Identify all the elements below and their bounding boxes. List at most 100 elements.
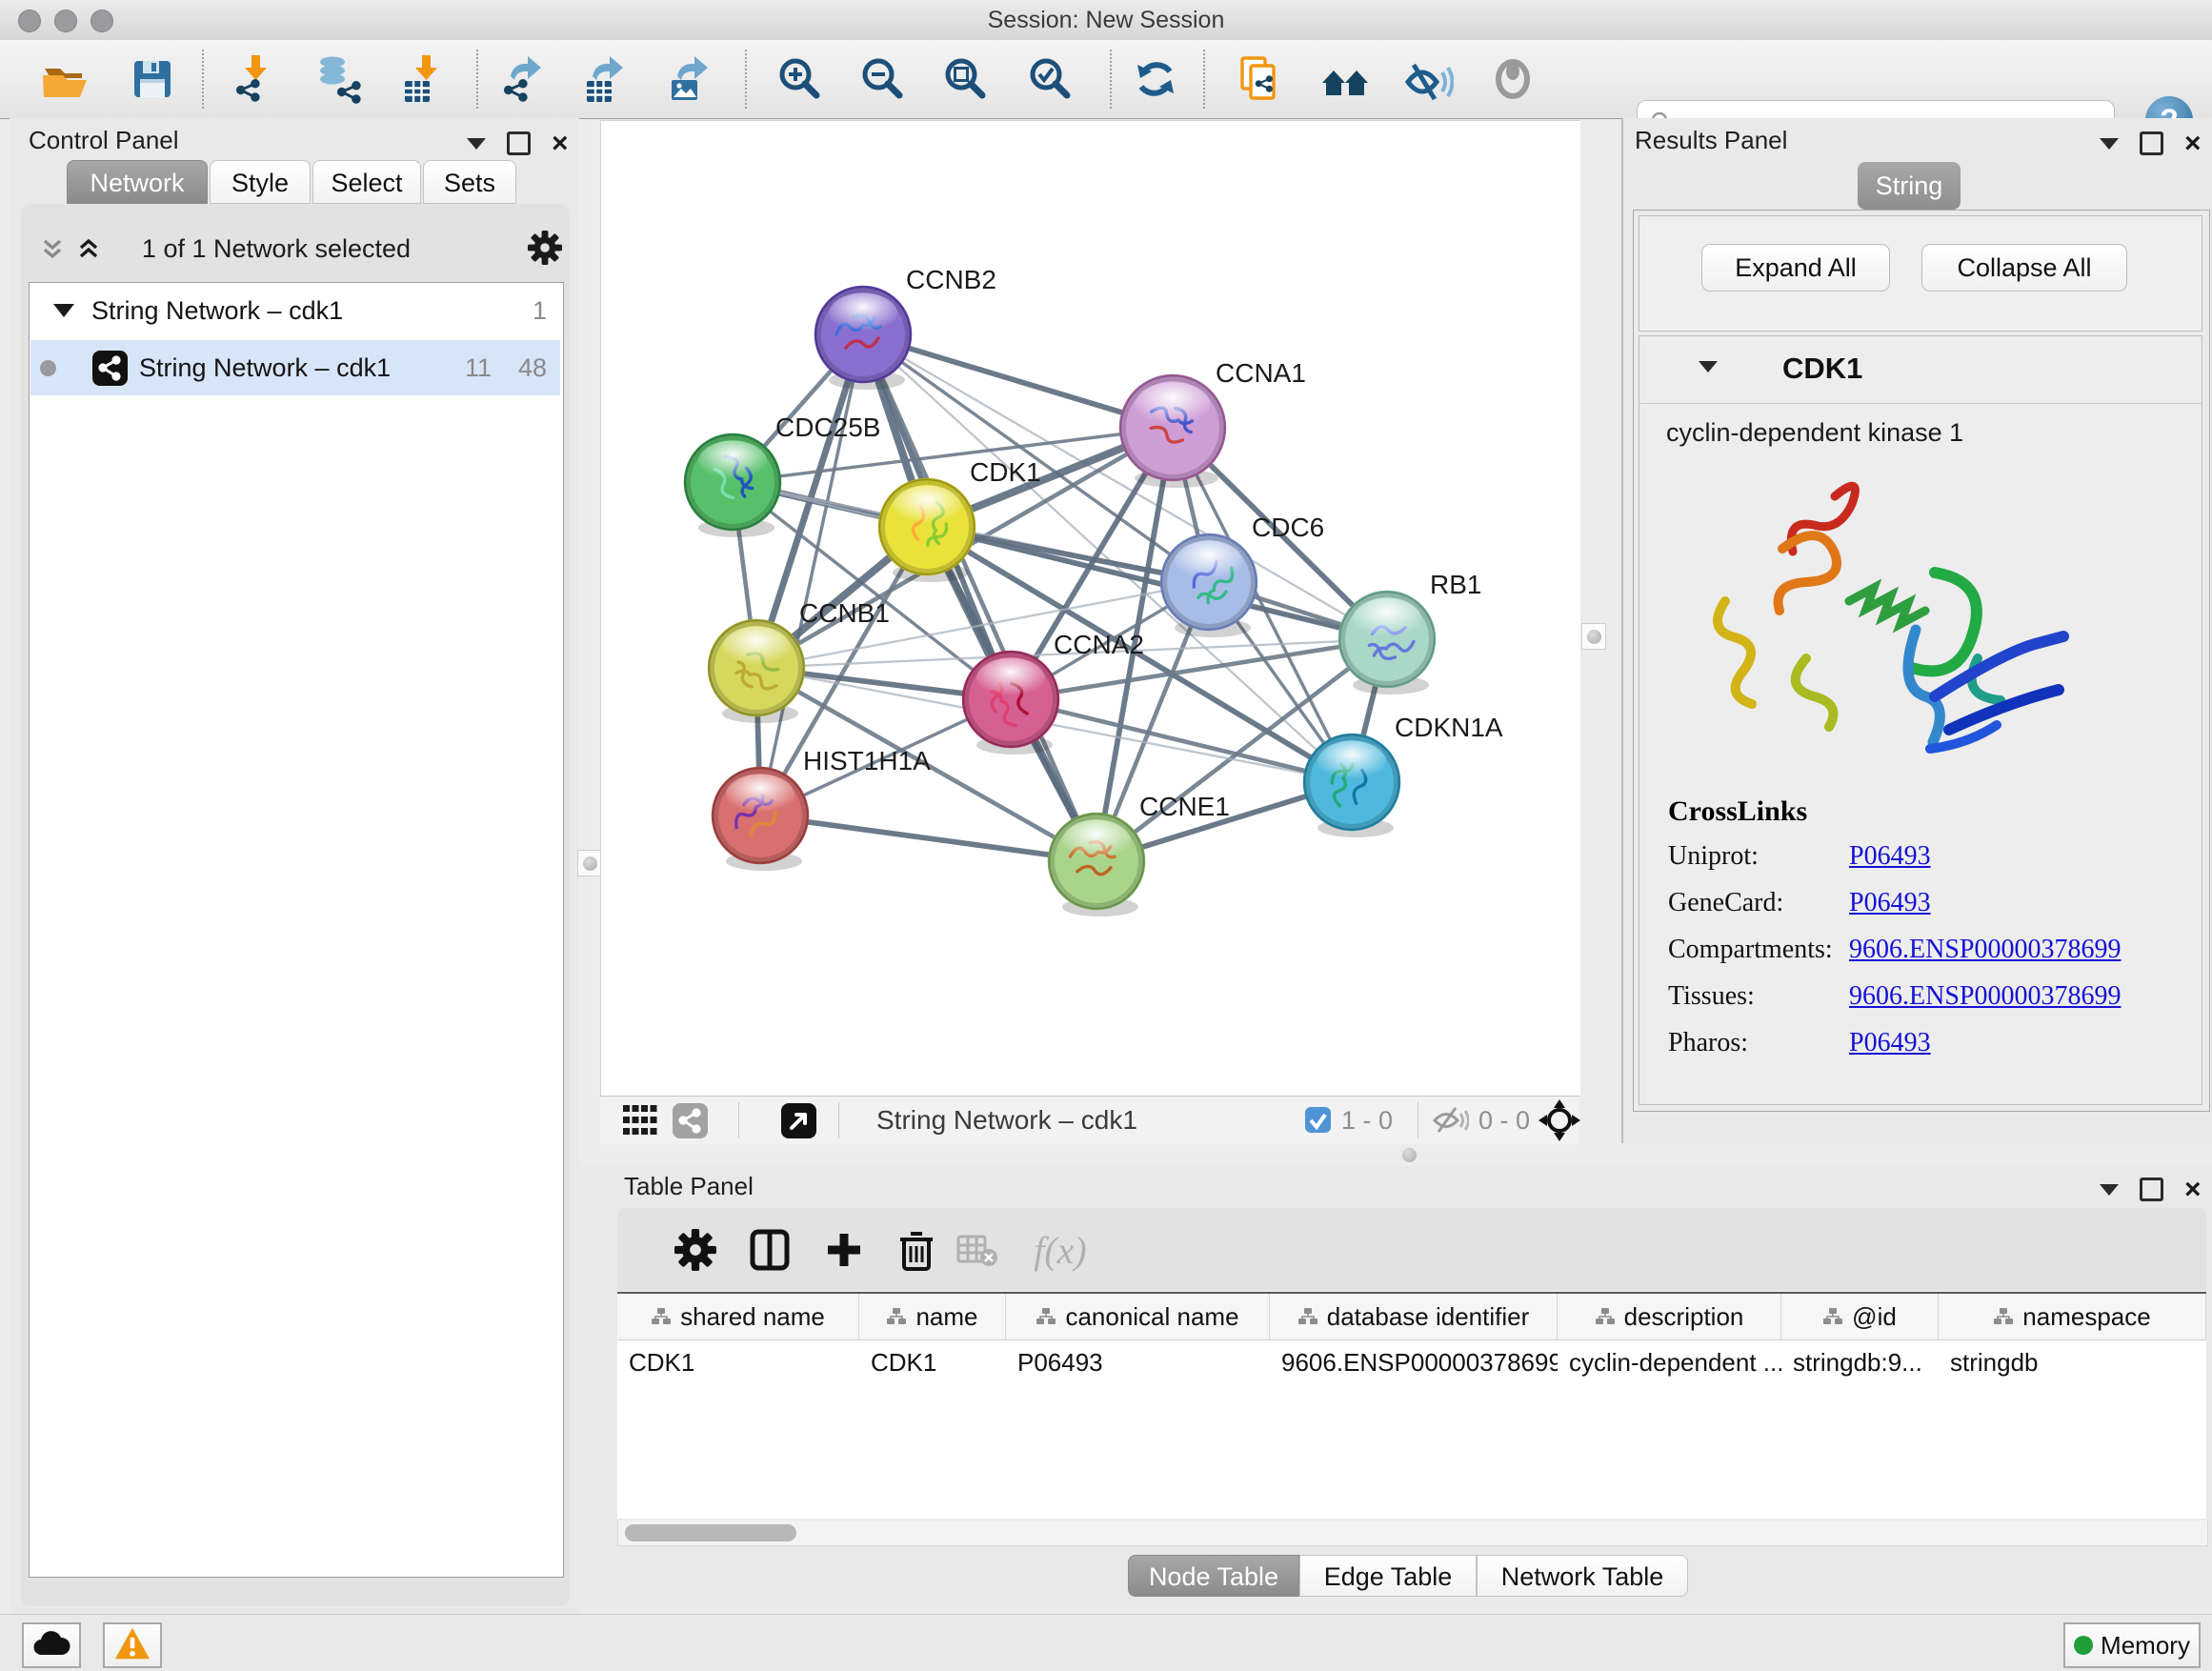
zoom-in-icon[interactable] xyxy=(774,52,827,106)
cloud-button[interactable] xyxy=(22,1622,81,1668)
crosslink-link[interactable]: P06493 xyxy=(1849,1028,1931,1058)
table-row[interactable]: CDK1CDK1P064939606.ENSP00000378699cyclin… xyxy=(617,1340,2206,1384)
export-image-icon[interactable] xyxy=(665,52,718,106)
network-node-ccne1[interactable] xyxy=(1049,814,1144,916)
zoom-fit-icon[interactable] xyxy=(939,52,993,106)
table-panel-close-icon[interactable]: × xyxy=(2184,1180,2202,1199)
results-panel-close-icon[interactable]: × xyxy=(2184,134,2202,153)
tab-select[interactable]: Select xyxy=(312,160,421,204)
column-header-description[interactable]: description xyxy=(1558,1294,1781,1339)
control-panel-title: Control Panel xyxy=(29,126,179,155)
gene-entry-header[interactable]: CDK1 xyxy=(1639,336,2202,404)
network-row-selected[interactable]: String Network – cdk1 11 48 xyxy=(30,340,560,395)
network-node-hist1h1a[interactable] xyxy=(713,768,808,871)
network-node-ccna2[interactable] xyxy=(963,652,1058,755)
tab-sets[interactable]: Sets xyxy=(423,160,516,204)
table-columns-icon[interactable] xyxy=(745,1225,794,1275)
column-header-shared-name[interactable]: shared name xyxy=(617,1294,859,1339)
tab-network-table[interactable]: Network Table xyxy=(1477,1555,1688,1597)
table-cell[interactable]: CDK1 xyxy=(859,1340,1006,1384)
network-node-cdkn1a[interactable] xyxy=(1304,735,1399,837)
network-node-rb1[interactable] xyxy=(1339,592,1435,695)
eye-icon[interactable] xyxy=(1486,52,1539,106)
open-in-window-icon[interactable] xyxy=(781,1103,816,1143)
expand-all-button[interactable]: Expand All xyxy=(1701,244,1890,292)
collapse-all-button[interactable]: Collapse All xyxy=(1921,244,2127,292)
memory-button[interactable]: Memory xyxy=(2063,1622,2201,1668)
node-label-ccna2: CCNA2 xyxy=(1054,630,1144,659)
network-node-cdk1[interactable] xyxy=(879,479,975,582)
selected-checkbox-icon[interactable] xyxy=(1305,1107,1331,1137)
network-edge[interactable] xyxy=(760,815,1096,861)
tab-style[interactable]: Style xyxy=(210,160,311,204)
save-icon[interactable] xyxy=(126,52,179,106)
crosslink-link[interactable]: 9606.ENSP00000378699 xyxy=(1849,935,2121,965)
table-panel-float-icon[interactable] xyxy=(2140,1178,2163,1201)
table-cell[interactable]: 9606.ENSP00000378699 xyxy=(1270,1340,1558,1384)
tab-network[interactable]: Network xyxy=(67,160,208,204)
table-cell[interactable]: cyclin-dependent ... xyxy=(1558,1340,1781,1384)
control-panel-close-icon[interactable]: × xyxy=(552,134,569,153)
zoom-selected-icon[interactable] xyxy=(1024,52,1077,106)
table-cell[interactable]: stringdb xyxy=(1939,1340,2206,1384)
network-canvas[interactable]: CCNB2CCNA1CDC25BCDK1CDC6RB1CCNB1CCNA2CDK… xyxy=(600,120,1580,1097)
column-header-database-identifier[interactable]: database identifier xyxy=(1270,1294,1558,1339)
warning-button[interactable] xyxy=(103,1622,162,1668)
network-options-gear-icon[interactable] xyxy=(528,231,562,270)
table-delete-icon[interactable] xyxy=(892,1225,941,1275)
horizontal-splitter-handle[interactable] xyxy=(1402,1148,1417,1162)
table-cell[interactable]: stringdb:9... xyxy=(1781,1340,1939,1384)
table-horizontal-scrollbar[interactable] xyxy=(617,1520,2208,1546)
table-gear-icon[interactable] xyxy=(671,1225,720,1275)
crosslink-link[interactable]: P06493 xyxy=(1849,841,1931,872)
collection-expander-icon[interactable] xyxy=(53,304,74,317)
table-header-row[interactable]: shared namenamecanonical name database id… xyxy=(617,1294,2206,1340)
refresh-icon[interactable] xyxy=(1129,52,1182,106)
scrollbar-thumb[interactable] xyxy=(625,1524,796,1541)
export-network-icon[interactable] xyxy=(498,52,552,106)
import-database-icon[interactable] xyxy=(312,52,366,106)
tab-string[interactable]: String xyxy=(1858,162,1961,210)
string-network-badge-icon[interactable] xyxy=(673,1103,708,1143)
open-icon[interactable] xyxy=(38,52,91,106)
hidden-eye-slash-icon[interactable] xyxy=(1431,1105,1469,1140)
export-table-icon[interactable] xyxy=(580,52,633,106)
control-panel-float-icon[interactable] xyxy=(507,131,531,155)
network-node-ccna1[interactable] xyxy=(1120,375,1225,488)
hide-visibility-icon[interactable] xyxy=(1401,52,1455,106)
results-panel-menu-icon[interactable] xyxy=(2100,138,2119,150)
left-splitter-handle[interactable] xyxy=(577,850,602,876)
crosslink-row: Tissues:9606.ENSP00000378699 xyxy=(1668,981,2121,1012)
crosslink-link[interactable]: P06493 xyxy=(1849,888,1931,918)
control-panel: Control Panel × NetworkStyleSelectSets 1… xyxy=(10,118,579,1614)
network-node-cdc25b[interactable] xyxy=(685,434,780,537)
results-panel-float-icon[interactable] xyxy=(2140,131,2163,155)
network-edge[interactable] xyxy=(760,334,863,815)
homes-icon[interactable] xyxy=(1319,52,1373,106)
column-header-canonical-name[interactable]: canonical name xyxy=(1006,1294,1270,1339)
tab-edge-table[interactable]: Edge Table xyxy=(1299,1555,1477,1597)
column-header-namespace[interactable]: namespace xyxy=(1939,1294,2206,1339)
table-cell[interactable]: CDK1 xyxy=(617,1340,859,1384)
crosshair-pan-icon[interactable] xyxy=(1538,1099,1580,1146)
import-network-icon[interactable] xyxy=(229,52,282,106)
table-panel-menu-icon[interactable] xyxy=(2100,1184,2119,1196)
network-node-ccnb1[interactable] xyxy=(709,620,804,723)
grid-view-icon[interactable] xyxy=(623,1105,657,1140)
right-splitter-handle[interactable] xyxy=(1581,623,1606,650)
column-header--id[interactable]: @id xyxy=(1781,1294,1939,1339)
table-add-icon[interactable] xyxy=(819,1225,869,1275)
network-edge[interactable] xyxy=(863,334,1096,861)
column-header-name[interactable]: name xyxy=(859,1294,1006,1339)
gene-expander-icon[interactable] xyxy=(1699,361,1718,372)
import-table-icon[interactable] xyxy=(399,52,452,106)
tab-node-table[interactable]: Node Table xyxy=(1128,1555,1299,1597)
zoom-out-icon[interactable] xyxy=(856,52,910,106)
column-header-label: database identifier xyxy=(1327,1302,1529,1332)
network-collection-row[interactable]: String Network – cdk1 1 xyxy=(30,283,560,338)
function-builder-icon: f(x) xyxy=(1017,1225,1103,1275)
share-document-icon[interactable] xyxy=(1233,52,1286,106)
control-panel-menu-icon[interactable] xyxy=(467,138,486,150)
crosslink-link[interactable]: 9606.ENSP00000378699 xyxy=(1849,981,2121,1012)
table-cell[interactable]: P06493 xyxy=(1006,1340,1270,1384)
